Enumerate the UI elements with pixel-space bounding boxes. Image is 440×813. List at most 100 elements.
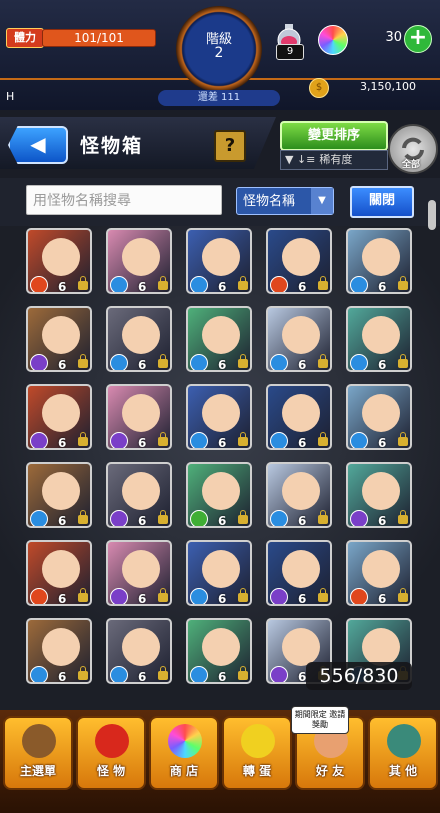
monster-tile[interactable]: 6 (346, 462, 412, 528)
help-button[interactable]: ? (214, 130, 246, 162)
monster-tile[interactable]: 6 (346, 306, 412, 372)
close-button[interactable]: 關閉 (350, 186, 414, 218)
monster-tile[interactable]: 6 (186, 540, 252, 606)
element-icon (350, 432, 368, 448)
lock-icon (158, 510, 168, 524)
monster-tile[interactable]: 6 (346, 540, 412, 606)
search-mode-select[interactable]: 怪物名稱 ▼ (236, 187, 334, 215)
monster-level: 6 (378, 436, 387, 450)
search-input[interactable]: 用怪物名稱搜尋 (26, 185, 222, 215)
monster-level: 6 (138, 280, 147, 294)
monster-tile[interactable]: 6 (106, 618, 172, 684)
monster-portrait (282, 628, 320, 666)
nav-label: 轉 蛋 (242, 764, 272, 778)
egg-icon (241, 724, 275, 758)
monster-portrait (362, 472, 400, 510)
element-icon (270, 354, 288, 370)
monster-portrait (122, 550, 160, 588)
monster-portrait (122, 238, 160, 276)
sort-button[interactable]: 變更排序 (280, 121, 388, 151)
element-icon (30, 510, 48, 526)
monster-tile[interactable]: 6 (106, 306, 172, 372)
nav-egg[interactable]: 轉 蛋 (222, 716, 292, 790)
lock-icon (78, 354, 88, 368)
monster-level: 6 (218, 280, 227, 294)
monster-tile[interactable]: 6 (26, 462, 92, 528)
nav-monster[interactable]: 怪 物 (76, 716, 146, 790)
chevron-down-icon: ▼ (311, 188, 333, 214)
monster-tile[interactable]: 6 (266, 306, 332, 372)
lock-icon (318, 276, 328, 290)
monster-portrait (202, 394, 240, 432)
monster-tile[interactable]: 6 (106, 384, 172, 450)
nav-label: 其 他 (388, 764, 418, 778)
monster-tile[interactable]: 6 (186, 618, 252, 684)
lock-icon (158, 276, 168, 290)
monster-level: 6 (298, 592, 307, 606)
monster-tile[interactable]: 6 (266, 228, 332, 294)
monster-level: 6 (378, 514, 387, 528)
nav-label: 主選單 (19, 764, 56, 778)
lock-icon (78, 276, 88, 290)
monster-tile[interactable]: 6 (106, 228, 172, 294)
element-icon (190, 276, 208, 292)
monster-tile[interactable]: 6 (26, 540, 92, 606)
monster-tile[interactable]: 6 (266, 462, 332, 528)
element-icon (110, 354, 128, 370)
nav-orb[interactable]: 商 店 (149, 716, 219, 790)
page-title: 怪物箱 (80, 135, 144, 157)
monster-level: 6 (58, 592, 67, 606)
element-icon (270, 666, 288, 682)
sort-mode-label: 稀有度 (319, 153, 353, 166)
monster-tile[interactable]: 6 (266, 384, 332, 450)
monster-tile[interactable]: 6 (346, 228, 412, 294)
monster-tile[interactable]: 6 (186, 306, 252, 372)
monster-tile[interactable]: 6 (346, 384, 412, 450)
back-button[interactable]: ◀ (8, 126, 68, 164)
monster-tile[interactable]: 6 (26, 306, 92, 372)
lock-icon (158, 588, 168, 602)
element-icon (30, 666, 48, 682)
monster-portrait (42, 628, 80, 666)
lock-icon (158, 432, 168, 446)
monster-tile[interactable]: 6 (106, 540, 172, 606)
element-icon (110, 588, 128, 604)
monster-tile[interactable]: 6 (186, 228, 252, 294)
monster-tile[interactable]: 6 (266, 540, 332, 606)
monster-portrait (42, 550, 80, 588)
nav-question[interactable]: 其 他 (368, 716, 438, 790)
scrollbar[interactable] (428, 200, 436, 230)
stamina-value: 101/101 (42, 29, 156, 47)
monster-tile[interactable]: 6 (26, 228, 92, 294)
lock-icon (78, 510, 88, 524)
lock-icon (158, 354, 168, 368)
sort-icon: ▼ ↓≡ (285, 153, 316, 166)
element-icon (350, 276, 368, 292)
orb-icon (168, 724, 202, 758)
element-icon (110, 432, 128, 448)
monster-portrait (42, 472, 80, 510)
sort-mode[interactable]: ▼ ↓≡ 稀有度 (280, 150, 388, 170)
monster-tile[interactable]: 6 (186, 384, 252, 450)
nav-house[interactable]: 主選單 (3, 716, 73, 790)
element-icon (190, 432, 208, 448)
monster-tile[interactable]: 6 (106, 462, 172, 528)
monster-level: 6 (378, 280, 387, 294)
monster-level: 6 (298, 358, 307, 372)
monster-portrait (42, 238, 80, 276)
add-orb-button[interactable]: + (404, 25, 432, 53)
monster-portrait (362, 394, 400, 432)
stamina-label: 體力 (6, 28, 44, 48)
monster-portrait (202, 472, 240, 510)
monster-level: 6 (218, 670, 227, 684)
lock-icon (158, 666, 168, 680)
lock-icon (318, 354, 328, 368)
monster-portrait (282, 472, 320, 510)
element-icon (270, 276, 288, 292)
monster-portrait (202, 550, 240, 588)
monster-tile[interactable]: 6 (26, 618, 92, 684)
monster-portrait (282, 550, 320, 588)
monster-tile[interactable]: 6 (186, 462, 252, 528)
monster-level: 6 (298, 280, 307, 294)
monster-tile[interactable]: 6 (26, 384, 92, 450)
